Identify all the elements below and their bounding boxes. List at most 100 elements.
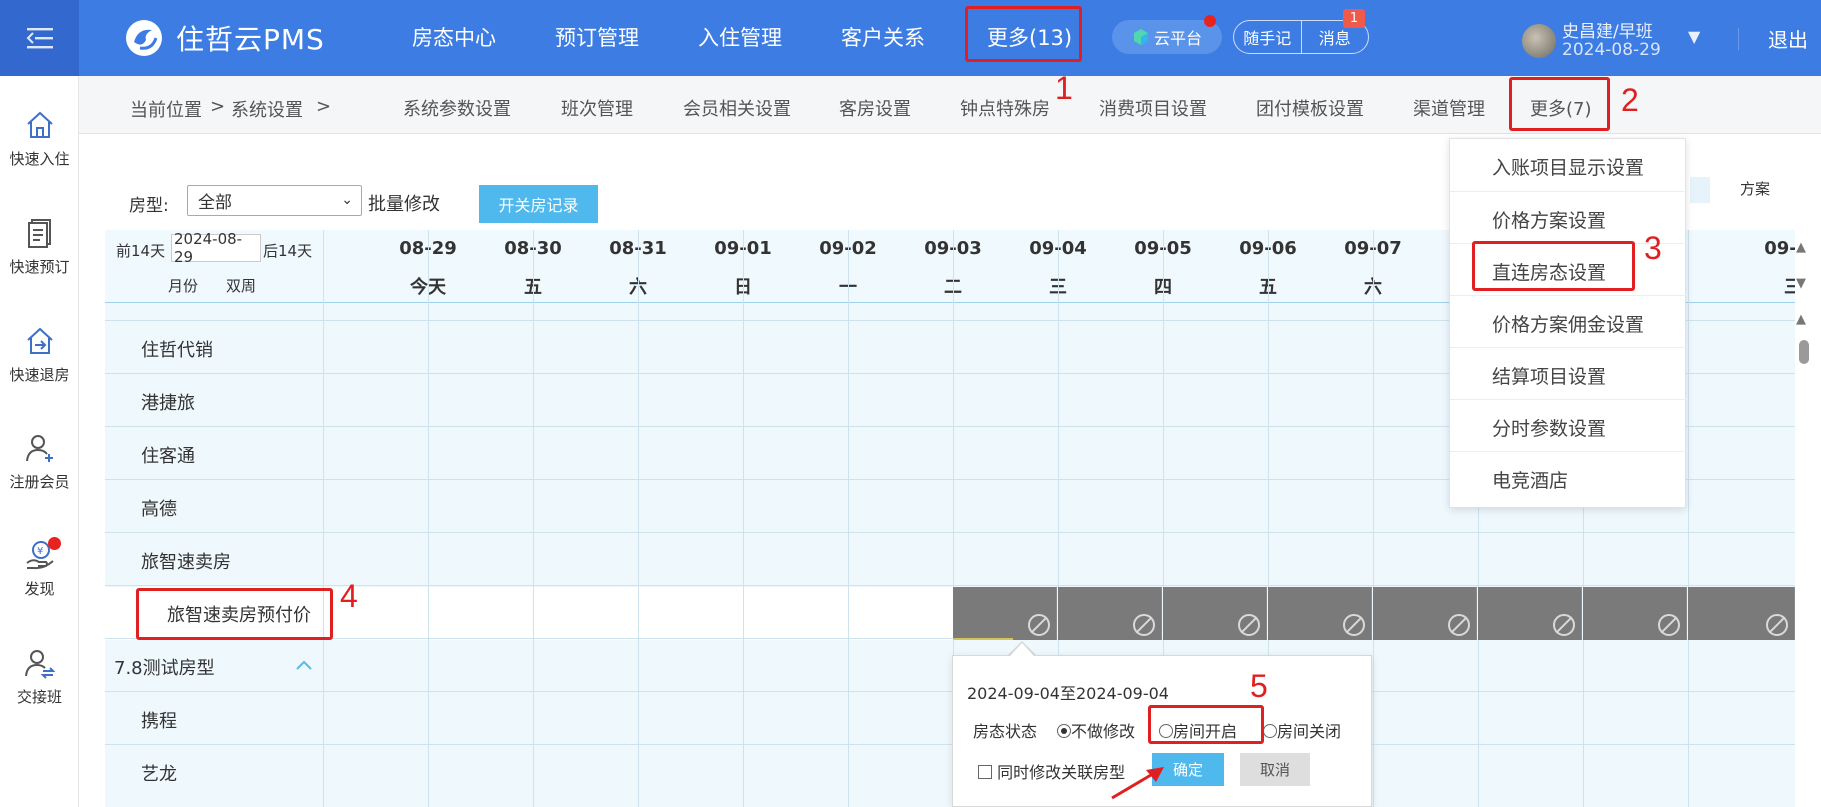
closed-room-cell[interactable] <box>1583 587 1687 640</box>
quick-action-sidebar: 快速入住 快速预订 快速退房 注册会员 ¥ 发现 交接班 <box>0 76 79 807</box>
channel-name: 住哲代销 <box>141 340 213 361</box>
menu-item-esports-hotel[interactable]: 电竞酒店 <box>1450 451 1687 503</box>
logo-icon <box>126 20 162 56</box>
subnav-member-settings[interactable]: 会员相关设置 <box>683 95 791 121</box>
sidebar-item-quick-booking[interactable]: 快速预订 <box>0 216 79 277</box>
biweek-view-link[interactable]: 双周 <box>226 275 256 296</box>
closed-room-cell[interactable] <box>1688 587 1795 640</box>
next-14-days-link[interactable]: 后14天 <box>263 240 312 261</box>
channel-name: 港捷旅 <box>141 393 195 414</box>
menu-item-price-commission[interactable]: 价格方案佣金设置 <box>1450 295 1687 347</box>
radio-selected <box>1057 724 1071 738</box>
ban-icon <box>1238 614 1260 636</box>
scrollbar-thumb[interactable] <box>1799 340 1809 364</box>
nav-room-status[interactable]: 房态中心 <box>412 22 496 52</box>
cube-icon <box>1133 29 1148 45</box>
table-row[interactable]: 7.8测试房型 <box>105 638 1795 691</box>
scroll-up-icon[interactable]: ▲ <box>1796 312 1806 327</box>
menu-toggle-button[interactable] <box>0 0 79 76</box>
nav-checkin[interactable]: 入住管理 <box>698 22 782 52</box>
menu-item-hourly-params[interactable]: 分时参数设置 <box>1450 399 1687 451</box>
sidebar-item-discover[interactable]: ¥ 发现 <box>0 538 79 599</box>
menu-item-label: 结算项目设置 <box>1492 366 1607 388</box>
annotation-arrow-icon <box>1111 767 1164 800</box>
checkout-icon <box>23 324 57 358</box>
brand-name: 住哲云PMS <box>176 23 325 56</box>
table-row[interactable]: 艺龙 <box>105 744 1795 797</box>
annotation-number-2: 2 <box>1621 82 1639 118</box>
batch-edit-link[interactable]: 批量修改 <box>368 190 440 216</box>
notes-button[interactable]: 随手记 <box>1234 21 1301 53</box>
closed-room-cell[interactable] <box>953 587 1057 640</box>
chevron-down-icon[interactable]: ▼ <box>1688 27 1700 46</box>
subnav-consumption-items[interactable]: 消费项目设置 <box>1099 95 1207 121</box>
nav-reservations[interactable]: 预订管理 <box>555 22 639 52</box>
scroll-up-icon[interactable]: ▲ <box>1796 240 1806 255</box>
closed-room-cell[interactable] <box>1373 587 1477 640</box>
scroll-down-icon[interactable]: ▼ <box>1796 276 1806 291</box>
date-column-header: 09-07 六 <box>1268 230 1402 303</box>
switch-room-records-button[interactable]: 开关房记录 <box>479 185 598 223</box>
subnav-system-params[interactable]: 系统参数设置 <box>403 95 511 121</box>
table-row[interactable]: 携程 <box>105 691 1795 744</box>
room-type-select[interactable]: 全部 ⌄ <box>187 185 362 216</box>
selection-indicator <box>953 638 1013 640</box>
ban-icon <box>1553 614 1575 636</box>
app-logo[interactable]: 住哲云PMS <box>124 20 325 56</box>
prev-14-days-link[interactable]: 前14天 <box>116 240 165 261</box>
home-icon <box>23 108 57 142</box>
popup-pointer-inner <box>1010 643 1034 656</box>
subnav-room-settings[interactable]: 客房设置 <box>839 95 911 121</box>
date-navigator: 前14天 2024-08-29 后14天 月份 双周 <box>105 230 323 303</box>
subnav-shift-management[interactable]: 班次管理 <box>561 95 633 121</box>
closed-room-cell[interactable] <box>1163 587 1267 640</box>
plan-label: 方案 <box>1740 180 1771 198</box>
closed-room-cell[interactable] <box>1268 587 1372 640</box>
menu-item-posting-display[interactable]: 入账项目显示设置 <box>1450 139 1687 191</box>
annotation-box-5 <box>1148 705 1264 744</box>
annotation-box-1 <box>965 6 1082 62</box>
menu-item-settlement-items[interactable]: 结算项目设置 <box>1450 347 1687 399</box>
subnav-channel-management[interactable]: 渠道管理 <box>1413 95 1485 121</box>
user-name[interactable]: 史昌建/早班 <box>1562 17 1653 42</box>
plan-toggle[interactable] <box>1690 177 1710 203</box>
chevron-up-icon[interactable] <box>295 659 313 671</box>
sidebar-item-label: 快速预订 <box>9 258 70 276</box>
breadcrumb-current[interactable]: 系统设置 <box>231 96 303 122</box>
channel-name: 艺龙 <box>141 764 177 785</box>
sidebar-item-handover[interactable]: 交接班 <box>0 646 79 707</box>
date-column-header: 09-04 三 <box>953 230 1087 303</box>
month-view-link[interactable]: 月份 <box>168 275 198 296</box>
checkbox-label: 同时修改关联房型 <box>997 763 1126 782</box>
breadcrumb-location: 当前位置 <box>130 100 202 121</box>
date-column-header: 09-05 四 <box>1058 230 1192 303</box>
sidebar-item-quick-checkin[interactable]: 快速入住 <box>0 108 79 169</box>
weekday-label: 三 <box>1784 277 1795 298</box>
subnav-hourly-rooms[interactable]: 钟点特殊房 <box>960 95 1050 121</box>
closed-room-cell[interactable] <box>1478 587 1582 640</box>
channel-name: 旅智速卖房 <box>141 552 231 573</box>
sync-related-checkbox[interactable]: 同时修改关联房型 <box>978 759 1125 783</box>
avatar[interactable] <box>1522 24 1556 58</box>
room-type-value: 全部 <box>198 193 232 213</box>
sidebar-item-label: 注册会员 <box>9 473 70 491</box>
sidebar-item-register-member[interactable]: 注册会员 <box>0 431 79 492</box>
option-room-close[interactable]: 房间关闭 <box>1263 718 1341 742</box>
menu-item-label: 分时参数设置 <box>1492 418 1607 440</box>
cancel-button[interactable]: 取消 <box>1240 753 1310 786</box>
date-input[interactable]: 2024-08-29 <box>171 230 261 266</box>
nav-customers[interactable]: 客户关系 <box>841 22 925 52</box>
annotation-box-4 <box>136 588 333 640</box>
closed-room-cell[interactable] <box>1058 587 1162 640</box>
subnav-group-pay-templates[interactable]: 团付模板设置 <box>1256 95 1364 121</box>
svg-text:¥: ¥ <box>37 546 43 557</box>
option-no-change[interactable]: 不做修改 <box>1057 718 1135 742</box>
logout-link[interactable]: 退出 <box>1768 24 1808 53</box>
ban-icon <box>1343 614 1365 636</box>
room-type-name: 7.8测试房型 <box>114 658 215 679</box>
table-row[interactable]: 旅智速卖房 <box>105 532 1795 585</box>
date-column-header: 08-29 今天 <box>323 230 457 303</box>
sidebar-item-quick-checkout[interactable]: 快速退房 <box>0 324 79 385</box>
channel-name: 高德 <box>141 499 177 520</box>
option-label: 不做修改 <box>1071 722 1136 741</box>
